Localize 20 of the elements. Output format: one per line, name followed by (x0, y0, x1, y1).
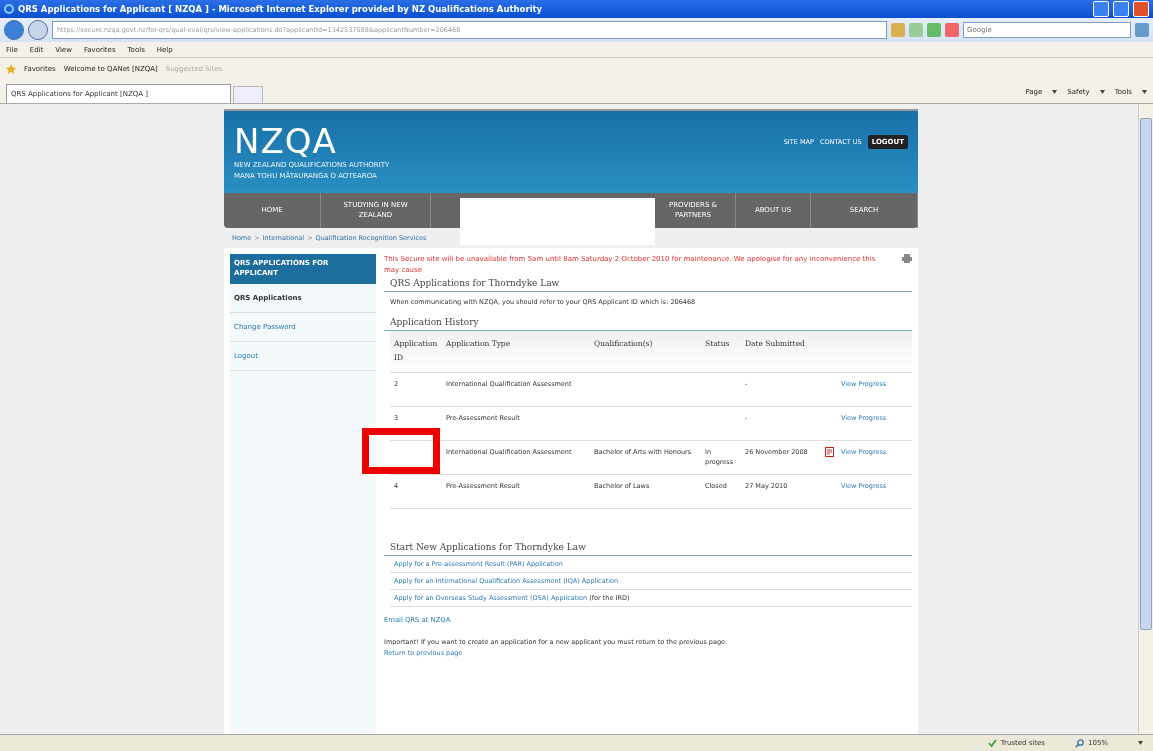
caret-icon (1138, 741, 1143, 745)
caret-icon (1099, 89, 1105, 94)
restore-button[interactable] (1113, 1, 1129, 17)
forward-button[interactable] (28, 20, 48, 40)
page-heading: QRS Applications for Thorndyke Law (384, 275, 912, 292)
window-title: QRS Applications for Applicant [ NZQA ] - Microsoft Internet Explorer provided by NZ Qualifications Authority (18, 4, 544, 14)
site-logo[interactable]: NZQA (234, 123, 390, 158)
caret-icon (1052, 89, 1058, 94)
pdf-icon[interactable] (825, 446, 834, 457)
back-button[interactable] (4, 20, 24, 40)
star-icon (6, 64, 16, 74)
section-heading: Start New Applications for Thorndyke Law (384, 538, 912, 556)
minimize-button[interactable] (1093, 1, 1109, 17)
scrollbar[interactable] (1138, 104, 1153, 734)
print-icon[interactable] (902, 254, 912, 263)
zoom-icon (1075, 738, 1084, 748)
browser-icon (4, 4, 14, 14)
caret-icon (1142, 89, 1147, 94)
check-icon (987, 739, 997, 747)
close-button[interactable] (1133, 1, 1149, 17)
